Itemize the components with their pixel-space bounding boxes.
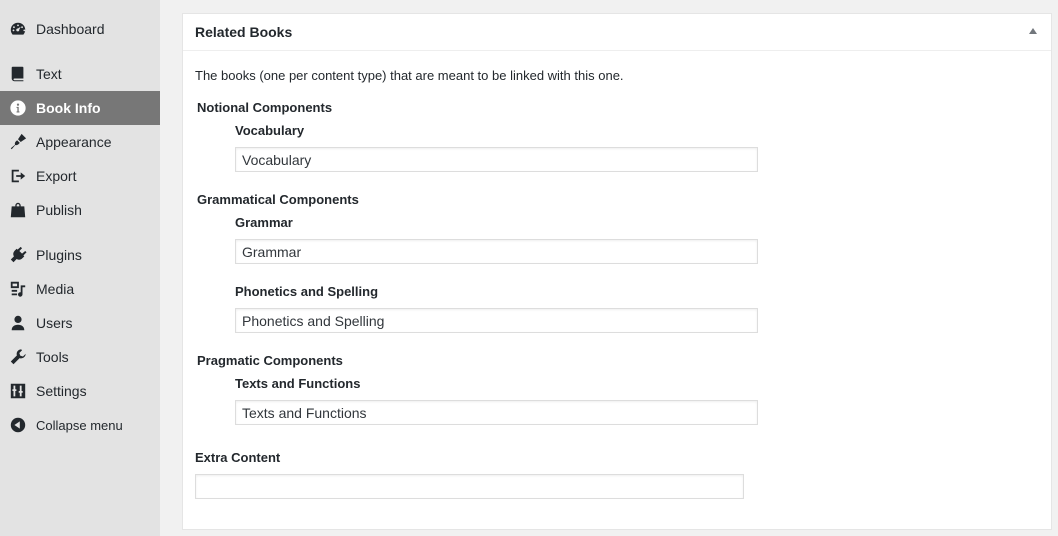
grammar-input[interactable] <box>235 239 758 264</box>
sidebar-item-settings[interactable]: Settings <box>0 374 160 408</box>
sidebar-item-appearance[interactable]: Appearance <box>0 125 160 159</box>
sidebar-item-media[interactable]: Media <box>0 272 160 306</box>
sidebar-item-book-info[interactable]: Book Info <box>0 91 160 125</box>
sidebar-item-label: Dashboard <box>36 21 105 37</box>
sidebar-item-publish[interactable]: Publish <box>0 193 160 227</box>
sidebar-item-users[interactable]: Users <box>0 306 160 340</box>
store-icon <box>8 200 28 220</box>
field-label-phonetics: Phonetics and Spelling <box>235 284 379 299</box>
sidebar-item-label: Export <box>36 168 77 184</box>
plug-icon <box>8 245 28 265</box>
metabox-title: Related Books <box>195 24 293 40</box>
group-label-pragmatic: Pragmatic Components <box>197 353 343 368</box>
field-label-vocabulary: Vocabulary <box>235 123 305 138</box>
sidebar-item-plugins[interactable]: Plugins <box>0 238 160 272</box>
dashboard-icon <box>8 19 28 39</box>
sidebar-item-label: Collapse menu <box>36 417 123 433</box>
sidebar-item-export[interactable]: Export <box>0 159 160 193</box>
extra-content-input[interactable] <box>195 474 744 499</box>
export-icon <box>8 166 28 186</box>
user-icon <box>8 313 28 333</box>
sidebar-item-label: Publish <box>36 202 82 218</box>
phonetics-input[interactable] <box>235 308 758 333</box>
sidebar-item-label: Plugins <box>36 247 82 263</box>
sidebar-item-label: Users <box>36 315 73 331</box>
vocabulary-input[interactable] <box>235 147 758 172</box>
sidebar-item-text[interactable]: Text <box>0 57 160 91</box>
metabox-description: The books (one per content type) that ar… <box>195 68 624 83</box>
admin-sidebar: Dashboard Text Book Info Appearance Expo… <box>0 0 160 536</box>
group-label-grammatical: Grammatical Components <box>197 192 359 207</box>
texts-functions-input[interactable] <box>235 400 758 425</box>
toggle-panel-arrow-icon[interactable] <box>1029 28 1037 34</box>
book-icon <box>8 64 28 84</box>
sidebar-item-label: Tools <box>36 349 69 365</box>
sidebar-item-dashboard[interactable]: Dashboard <box>0 12 160 46</box>
field-label-extra-content: Extra Content <box>195 450 281 465</box>
sidebar-item-label: Settings <box>36 383 87 399</box>
collapse-menu-button[interactable]: Collapse menu <box>0 408 160 442</box>
field-label-texts-functions: Texts and Functions <box>235 376 361 391</box>
wrench-icon <box>8 347 28 367</box>
metabox-header[interactable]: Related Books <box>183 14 1051 51</box>
sidebar-item-label: Media <box>36 281 75 297</box>
sidebar-item-label: Text <box>36 66 62 82</box>
brush-icon <box>8 132 28 152</box>
info-icon <box>8 98 28 118</box>
media-icon <box>8 279 28 299</box>
sidebar-item-tools[interactable]: Tools <box>0 340 160 374</box>
collapse-icon <box>8 415 28 435</box>
related-books-metabox: Related Books The books (one per content… <box>182 13 1052 530</box>
field-label-grammar: Grammar <box>235 215 293 230</box>
sidebar-item-label: Appearance <box>36 134 112 150</box>
sliders-icon <box>8 381 28 401</box>
group-label-notional: Notional Components <box>197 100 333 115</box>
sidebar-item-label: Book Info <box>36 100 101 116</box>
